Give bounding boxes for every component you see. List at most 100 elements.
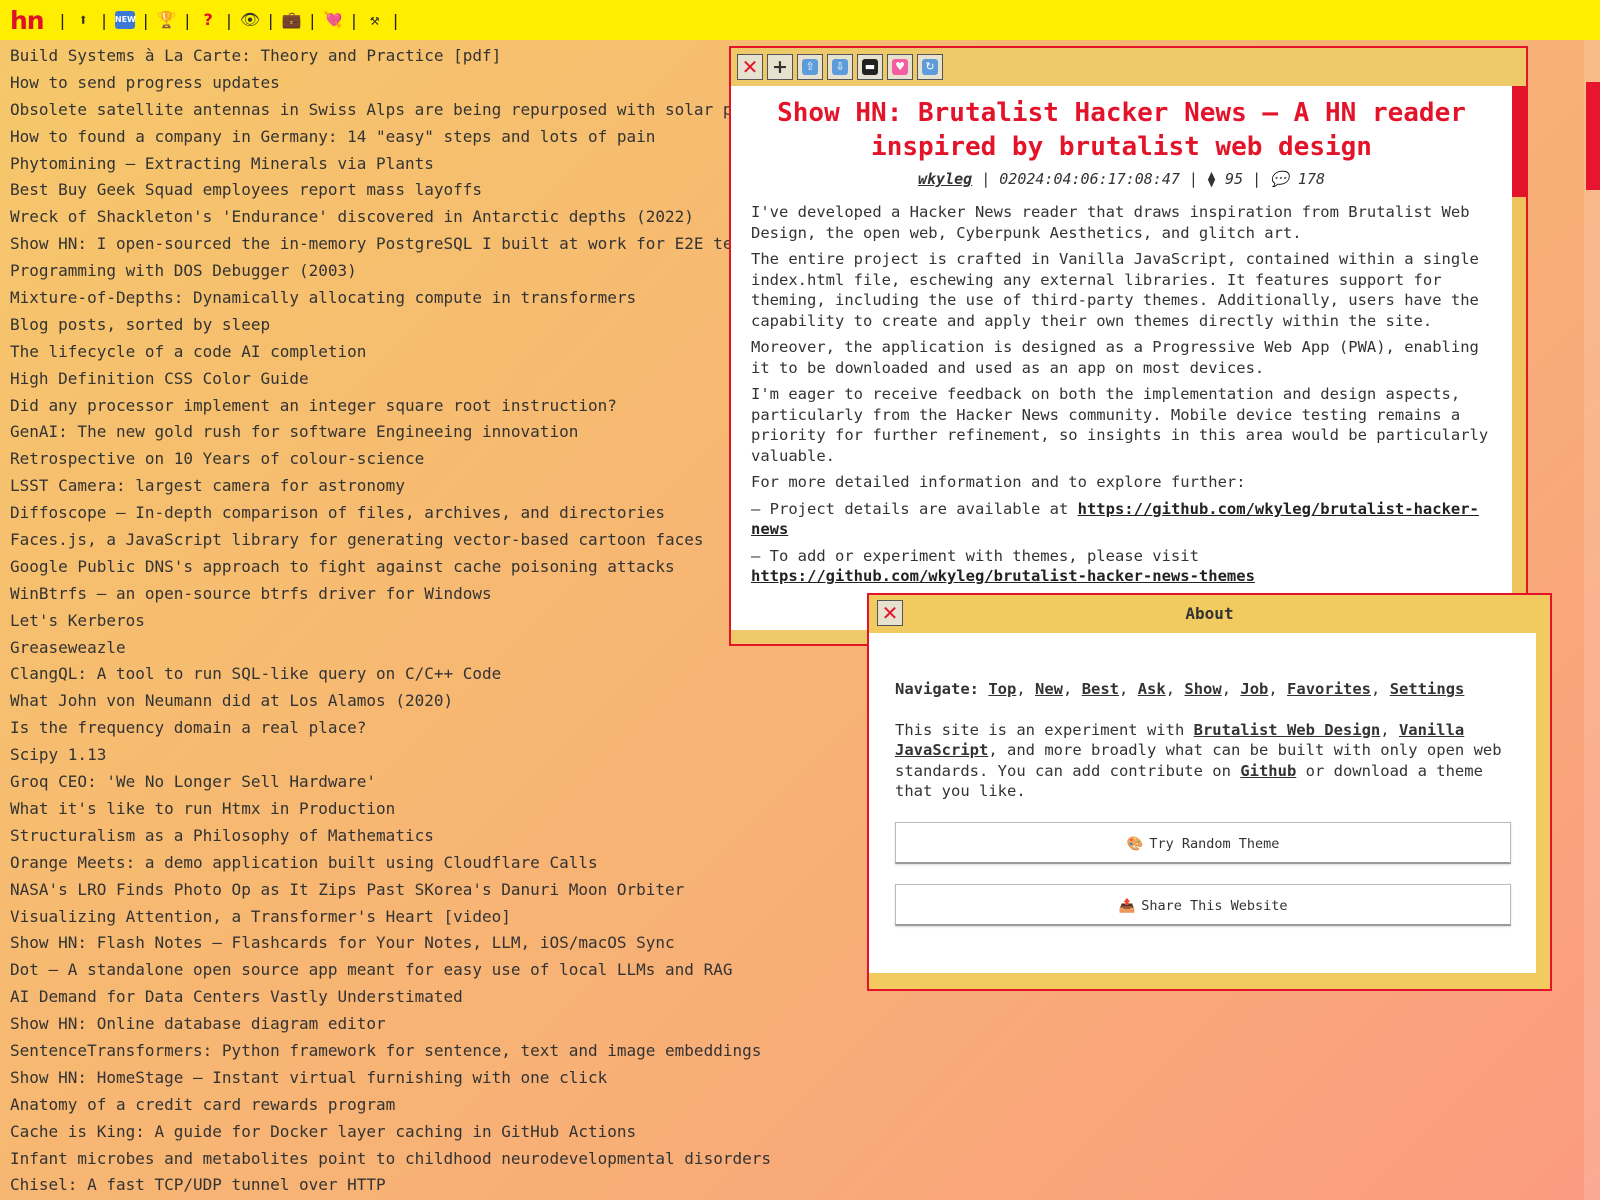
- close-button[interactable]: ✕: [737, 54, 763, 80]
- share-website-button[interactable]: 📤 Share This Website: [895, 883, 1511, 926]
- story-item[interactable]: Retrospective on 10 Years of colour-scie…: [10, 446, 800, 473]
- nav-link-settings[interactable]: Settings: [1390, 680, 1465, 698]
- story-item[interactable]: What it's like to run Htmx in Production: [10, 796, 800, 823]
- story-item[interactable]: GenAI: The new gold rush for software En…: [10, 419, 800, 446]
- display-button[interactable]: ▬: [857, 54, 883, 80]
- hn-logo[interactable]: hn: [10, 6, 45, 35]
- nav-link-show[interactable]: Show: [1184, 680, 1221, 698]
- tools-icon[interactable]: ⚒: [365, 10, 385, 30]
- about-title: About: [1185, 604, 1234, 623]
- story-item[interactable]: Faces.js, a JavaScript library for gener…: [10, 527, 800, 554]
- upload-icon: ⇧: [802, 59, 818, 75]
- story-item[interactable]: Obsolete satellite antennas in Swiss Alp…: [10, 97, 800, 124]
- story-item[interactable]: Greaseweazle: [10, 635, 800, 662]
- story-item[interactable]: Build Systems à La Carte: Theory and Pra…: [10, 43, 800, 70]
- about-navigate: Navigate: Top, New, Best, Ask, Show, Job…: [895, 680, 1465, 698]
- story-item[interactable]: High Definition CSS Color Guide: [10, 366, 800, 393]
- nav-link-new[interactable]: New: [1035, 680, 1063, 698]
- story-item[interactable]: AI Demand for Data Centers Vastly Unders…: [10, 984, 800, 1011]
- palette-icon: 🎨: [1126, 835, 1144, 852]
- story-item[interactable]: Orange Meets: a demo application built u…: [10, 850, 800, 877]
- close-icon: ✕: [741, 55, 759, 79]
- nav-link-favorites[interactable]: Favorites: [1287, 680, 1371, 698]
- story-item[interactable]: Show HN: HomeStage – Instant virtual fur…: [10, 1065, 800, 1092]
- timestamp: 02024:04:06:17:08:47: [999, 170, 1180, 188]
- briefcase-icon[interactable]: 💼: [281, 10, 301, 30]
- question-icon[interactable]: ?: [198, 10, 218, 30]
- heart-arrow-icon[interactable]: 💘: [323, 10, 343, 30]
- story-item[interactable]: Let's Kerberos: [10, 608, 800, 635]
- themes-link[interactable]: https://github.com/wkyleg/brutalist-hack…: [751, 567, 1255, 585]
- story-item[interactable]: WinBtrfs – an open-source btrfs driver f…: [10, 581, 800, 608]
- story-window: ✕ + ⇧ ⇩ ▬ ♥ ↻ Show HN: Brutalist Hacker …: [729, 46, 1528, 646]
- story-item[interactable]: Show HN: I open-sourced the in-memory Po…: [10, 231, 800, 258]
- story-link-line: – Project details are available at https…: [751, 499, 1479, 539]
- story-item[interactable]: Cache is King: A guide for Docker layer …: [10, 1119, 800, 1146]
- story-item[interactable]: Is the frequency domain a real place?: [10, 715, 800, 742]
- story-item[interactable]: Scipy 1.13: [10, 742, 800, 769]
- story-item[interactable]: Show HN: Online database diagram editor: [10, 1011, 800, 1038]
- story-item[interactable]: Did any processor implement an integer s…: [10, 393, 800, 420]
- nav-link-top[interactable]: Top: [988, 680, 1016, 698]
- top-icon[interactable]: ⬆: [73, 10, 93, 30]
- refresh-icon: ↻: [922, 59, 938, 75]
- github-link[interactable]: Github: [1240, 762, 1296, 780]
- story-paragraph: I'm eager to receive feedback on both th…: [751, 385, 1489, 465]
- story-item[interactable]: ClangQL: A tool to run SQL-like query on…: [10, 661, 800, 688]
- close-icon: ✕: [881, 601, 899, 625]
- story-item[interactable]: Programming with DOS Debugger (2003): [10, 258, 800, 285]
- refresh-button[interactable]: ↻: [917, 54, 943, 80]
- story-scrollbar[interactable]: [1512, 86, 1526, 630]
- story-item[interactable]: Google Public DNS's approach to fight ag…: [10, 554, 800, 581]
- story-item[interactable]: Blog posts, sorted by sleep: [10, 312, 800, 339]
- heart-icon: ♥: [892, 59, 908, 75]
- story-themes-line: – To add or experiment with themes, plea…: [751, 546, 1255, 586]
- story-item[interactable]: Structuralism as a Philosophy of Mathema…: [10, 823, 800, 850]
- story-item[interactable]: The lifecycle of a code AI completion: [10, 339, 800, 366]
- story-item[interactable]: Mixture-of-Depths: Dynamically allocatin…: [10, 285, 800, 312]
- story-item[interactable]: NASA's LRO Finds Photo Op as It Zips Pas…: [10, 877, 800, 904]
- story-item[interactable]: Visualizing Attention, a Transformer's H…: [10, 904, 800, 931]
- eye-icon[interactable]: 👁: [240, 10, 260, 30]
- add-button[interactable]: +: [767, 54, 793, 80]
- story-item[interactable]: Diffoscope – In-depth comparison of file…: [10, 500, 800, 527]
- story-item[interactable]: Anatomy of a credit card rewards program: [10, 1092, 800, 1119]
- new-icon[interactable]: NEW: [114, 11, 136, 29]
- nav-link-ask[interactable]: Ask: [1138, 680, 1166, 698]
- story-paragraph: For more detailed information and to exp…: [751, 473, 1246, 491]
- story-item[interactable]: SentenceTransformers: Python framework f…: [10, 1038, 800, 1065]
- nav-link-job[interactable]: Job: [1240, 680, 1268, 698]
- comment-bubble-icon: 💬: [1270, 170, 1289, 188]
- author-link[interactable]: wkyleg: [918, 170, 972, 188]
- story-item[interactable]: Best Buy Geek Squad employees report mas…: [10, 177, 800, 204]
- story-item[interactable]: What John von Neumann did at Los Alamos …: [10, 688, 800, 715]
- story-scrollbar-thumb[interactable]: [1512, 86, 1526, 197]
- comments-count[interactable]: 178: [1298, 170, 1325, 188]
- story-item[interactable]: LSST Camera: largest camera for astronom…: [10, 473, 800, 500]
- upload-button[interactable]: ⇧: [797, 54, 823, 80]
- page-scrollbar[interactable]: [1584, 40, 1600, 1200]
- story-list: Build Systems à La Carte: Theory and Pra…: [10, 43, 800, 1199]
- story-item[interactable]: How to send progress updates: [10, 70, 800, 97]
- story-item[interactable]: Chisel: A fast TCP/UDP tunnel over HTTP: [10, 1172, 800, 1199]
- about-close-button[interactable]: ✕: [877, 600, 903, 626]
- brutalist-link[interactable]: Brutalist Web Design: [1194, 721, 1381, 739]
- story-window-toolbar: ✕ + ⇧ ⇩ ▬ ♥ ↻: [731, 48, 1526, 86]
- nav-link-best[interactable]: Best: [1082, 680, 1119, 698]
- page-scrollbar-thumb[interactable]: [1586, 82, 1600, 190]
- story-item[interactable]: How to found a company in Germany: 14 "e…: [10, 124, 800, 151]
- favorite-button[interactable]: ♥: [887, 54, 913, 80]
- story-item[interactable]: Phytomining – Extracting Minerals via Pl…: [10, 151, 800, 178]
- trophy-icon[interactable]: 🏆: [157, 10, 177, 30]
- story-item[interactable]: Infant microbes and metabolites point to…: [10, 1146, 800, 1173]
- inbox-tray-icon: ⇩: [832, 59, 848, 75]
- story-content: Show HN: Brutalist Hacker News – A HN re…: [731, 86, 1512, 630]
- monitor-icon: ▬: [862, 59, 878, 75]
- share-button[interactable]: ⇩: [827, 54, 853, 80]
- story-item[interactable]: Dot – A standalone open source app meant…: [10, 957, 800, 984]
- story-item[interactable]: Wreck of Shackleton's 'Endurance' discov…: [10, 204, 800, 231]
- story-item[interactable]: Show HN: Flash Notes – Flashcards for Yo…: [10, 930, 800, 957]
- random-theme-button[interactable]: 🎨 Try Random Theme: [895, 821, 1511, 864]
- story-paragraph: The entire project is crafted in Vanilla…: [751, 250, 1479, 330]
- story-item[interactable]: Groq CEO: 'We No Longer Sell Hardware': [10, 769, 800, 796]
